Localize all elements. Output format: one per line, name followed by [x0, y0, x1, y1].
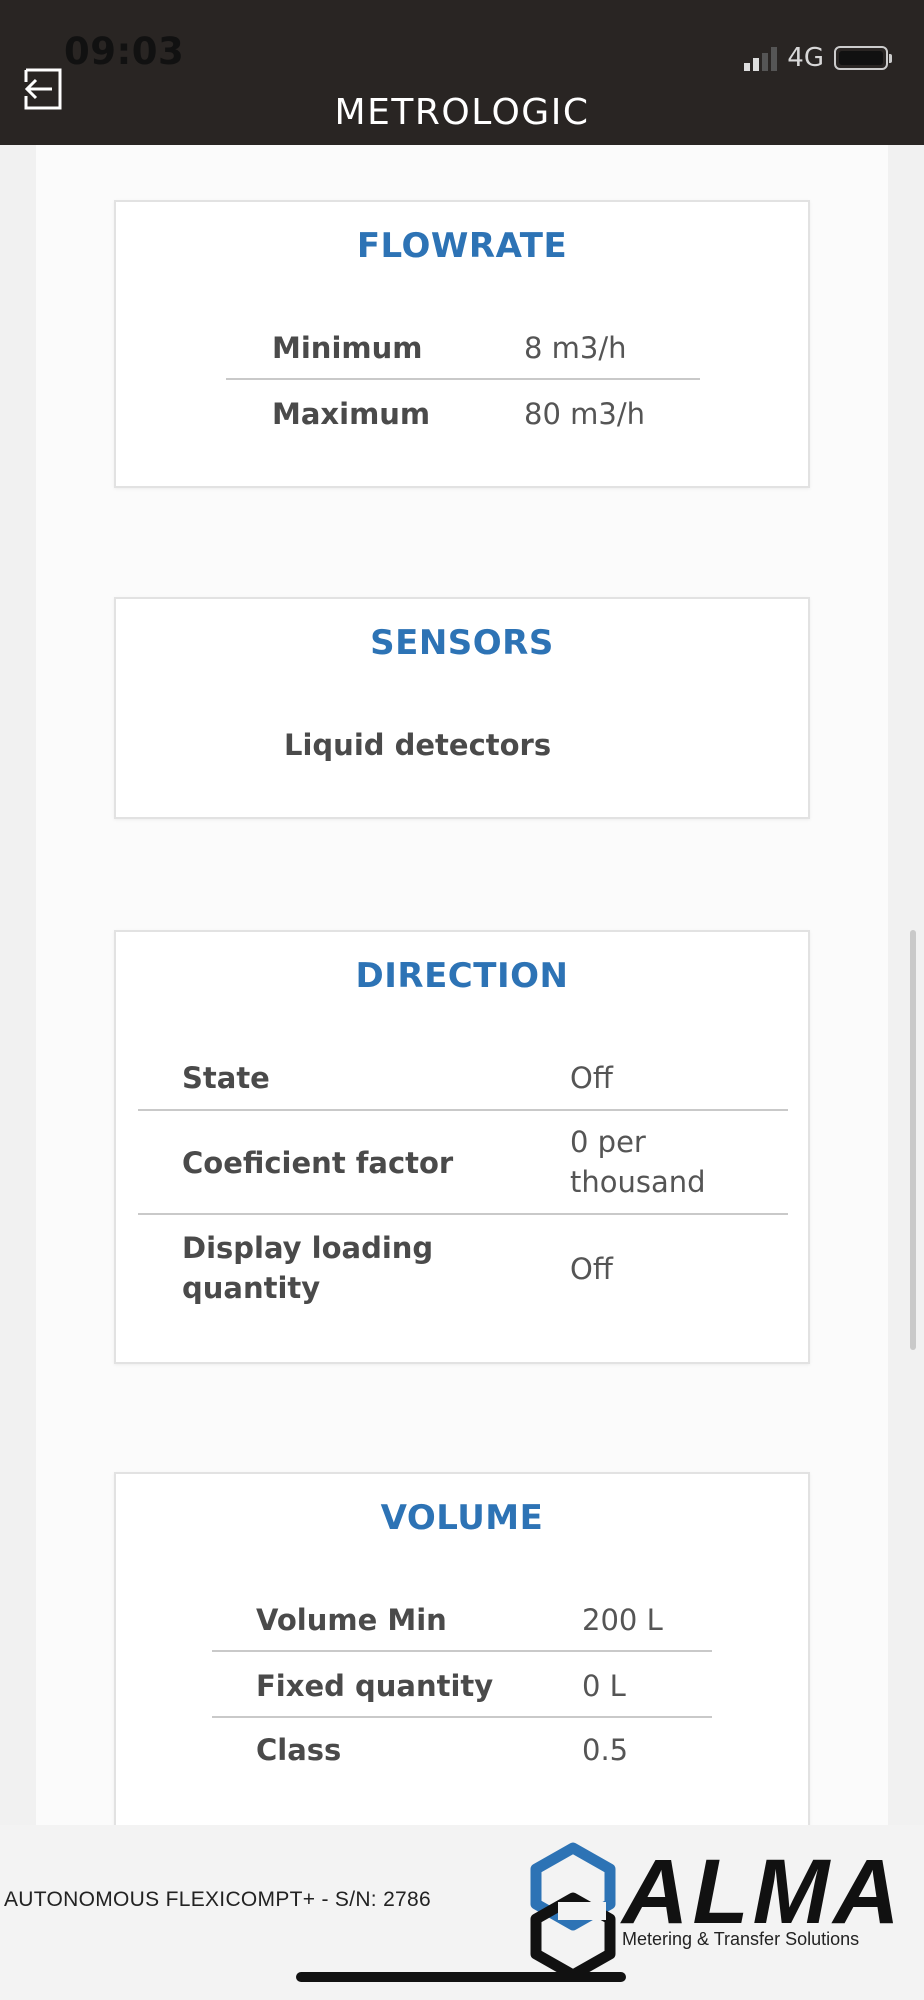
row-value-wrap: 0 L — [582, 1666, 626, 1706]
brand-name: ALMA — [622, 1841, 904, 1943]
row-label: Minimum — [272, 331, 423, 365]
volume-card: VOLUME Volume Min 200 L Fixed quantity 0… — [114, 1472, 810, 1872]
status-time: 09:03 — [64, 30, 185, 73]
signal-icon — [744, 45, 778, 71]
row-value-wrap: Off — [570, 1058, 613, 1098]
sensors-title: SENSORS — [370, 623, 554, 663]
flowrate-row-max: Maximum — [272, 394, 430, 434]
row-value: 0.5 — [582, 1733, 629, 1767]
row-value: 0 L — [582, 1669, 626, 1703]
row-value: Off — [570, 1061, 613, 1095]
alma-logo-icon — [530, 1842, 616, 1980]
home-indicator[interactable] — [296, 1972, 626, 1982]
volume-row-fixed: Fixed quantity — [256, 1666, 493, 1706]
flowrate-title: FLOWRATE — [356, 226, 568, 266]
device-serial: AUTONOMOUS FLEXICOMPT+ - S/N: 2786 — [4, 1888, 431, 1911]
direction-row-state: State — [182, 1058, 270, 1098]
row-value-wrap: 0 per thousand — [570, 1122, 750, 1202]
network-label: 4G — [787, 43, 824, 73]
row-value: Off — [570, 1252, 613, 1286]
sensor-label: Liquid detectors — [284, 728, 552, 762]
volume-row-min: Volume Min — [256, 1600, 447, 1640]
row-label: Display loading quantity — [182, 1231, 434, 1305]
direction-row-coef: Coeficient factor — [182, 1143, 453, 1183]
row-value-wrap: 80 m3/h — [524, 394, 645, 434]
row-value-wrap: 0.5 — [582, 1730, 628, 1770]
row-label: Fixed quantity — [256, 1669, 494, 1703]
direction-row-display: Display loading quantity — [182, 1228, 482, 1308]
row-label: Maximum — [272, 397, 431, 431]
scrollbar[interactable] — [910, 930, 916, 1350]
direction-title: DIRECTION — [355, 956, 569, 996]
row-label: State — [182, 1061, 270, 1095]
row-divider — [212, 1650, 712, 1652]
row-value-wrap: 8 m3/h — [524, 328, 627, 368]
row-value-wrap: Off — [570, 1249, 613, 1289]
row-label: Coeficient factor — [182, 1146, 454, 1180]
direction-card: DIRECTION State Off Coeficient factor 0 … — [114, 930, 810, 1364]
flowrate-card: FLOWRATE Minimum 8 m3/h Maximum 80 m3/h — [114, 200, 810, 488]
battery-icon — [834, 46, 892, 70]
volume-row-class: Class — [256, 1730, 341, 1770]
row-value: 200 L — [582, 1603, 663, 1637]
row-value-wrap: 200 L — [582, 1600, 663, 1640]
sensors-card: SENSORS Liquid detectors — [114, 597, 810, 819]
app-header: 09:03 4G METROLOGIC — [0, 0, 924, 145]
page-title: METROLOGIC — [334, 92, 590, 133]
row-value: 80 m3/h — [524, 397, 645, 431]
volume-title: VOLUME — [380, 1498, 544, 1538]
row-divider — [226, 378, 700, 380]
row-divider — [138, 1109, 788, 1111]
status-indicators: 4G — [744, 40, 892, 76]
brand-tagline: Metering & Transfer Solutions — [622, 1929, 860, 1949]
row-value: 8 m3/h — [524, 331, 627, 365]
sensor-item: Liquid detectors — [284, 725, 551, 765]
row-label: Class — [256, 1733, 342, 1767]
row-divider — [212, 1716, 712, 1718]
flowrate-row-min: Minimum — [272, 328, 422, 368]
row-value: 0 per thousand — [570, 1125, 706, 1199]
row-divider — [138, 1213, 788, 1215]
row-label: Volume Min — [256, 1603, 447, 1637]
